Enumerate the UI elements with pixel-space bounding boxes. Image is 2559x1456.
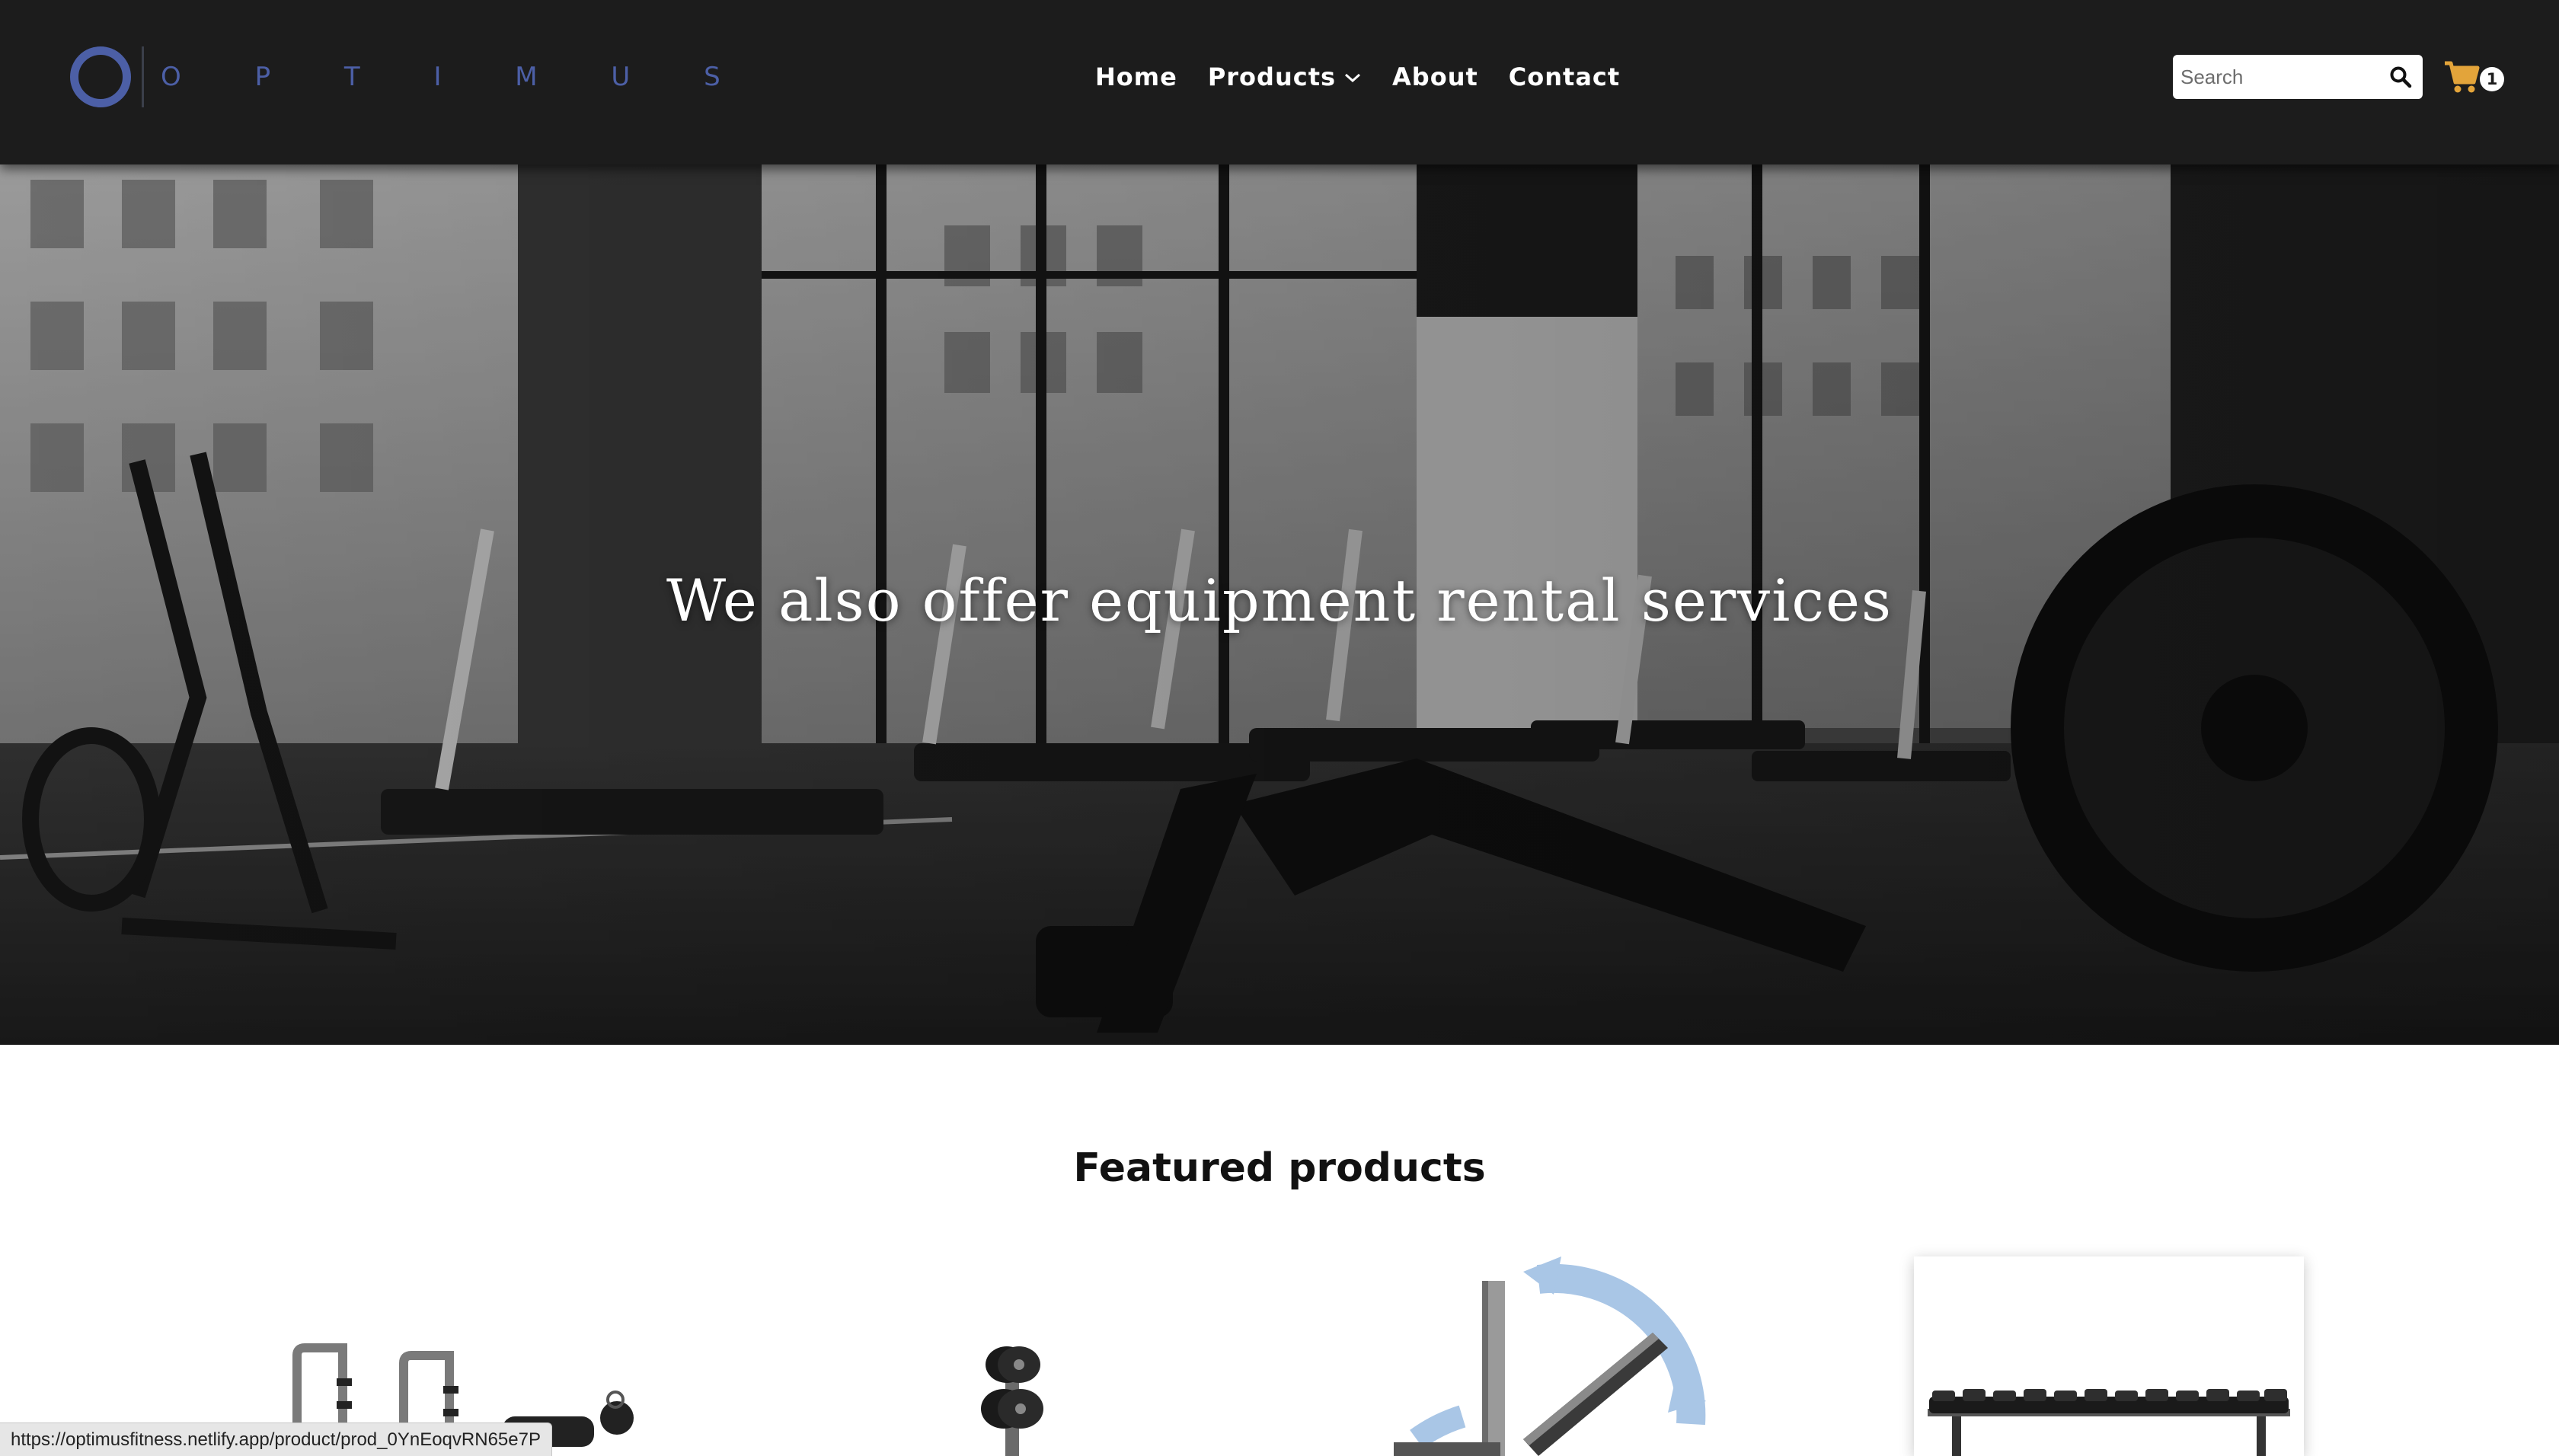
dumbbell-rack-image xyxy=(1928,1389,2290,1456)
chevron-down-icon xyxy=(1345,73,1361,83)
cart-count-badge: 1 xyxy=(2480,67,2504,91)
brand-name: O P T I M U S xyxy=(161,62,753,92)
product-card-3[interactable] xyxy=(1371,1249,1721,1456)
nav-contact-link[interactable]: Contact xyxy=(1509,61,1620,93)
nav-home-link[interactable]: Home xyxy=(1095,61,1177,93)
main-nav: Home Products About Contact xyxy=(1095,61,1650,93)
hero-banner: We also offer equipment rental services xyxy=(0,164,2559,1045)
link-preview-status-bar: https://optimusfitness.netlify.app/produ… xyxy=(0,1422,552,1456)
product-card-4[interactable] xyxy=(1914,1256,2304,1456)
search-box xyxy=(2173,55,2423,99)
adjustable-bench-image xyxy=(1394,1256,1706,1456)
cart-button[interactable]: 1 xyxy=(2443,59,2512,97)
search-icon[interactable] xyxy=(2389,65,2412,88)
nav-products-label: Products xyxy=(1207,62,1337,91)
product-card-2[interactable] xyxy=(944,1249,1097,1456)
nav-products-dropdown[interactable]: Products xyxy=(1208,61,1362,93)
plate-tree-image xyxy=(981,1346,1043,1456)
search-input[interactable] xyxy=(2180,65,2378,89)
site-header: O P T I M U S Home Products About Contac… xyxy=(0,0,2559,164)
featured-products-title: Featured products xyxy=(1073,1145,1486,1191)
brand-logo[interactable]: O P T I M U S xyxy=(70,44,753,110)
hero-title: We also offer equipment rental services xyxy=(666,567,1893,634)
logo-divider xyxy=(142,46,144,107)
shopping-cart-icon xyxy=(2445,61,2480,93)
logo-ring-icon xyxy=(70,46,131,107)
nav-about-link[interactable]: About xyxy=(1392,61,1478,93)
